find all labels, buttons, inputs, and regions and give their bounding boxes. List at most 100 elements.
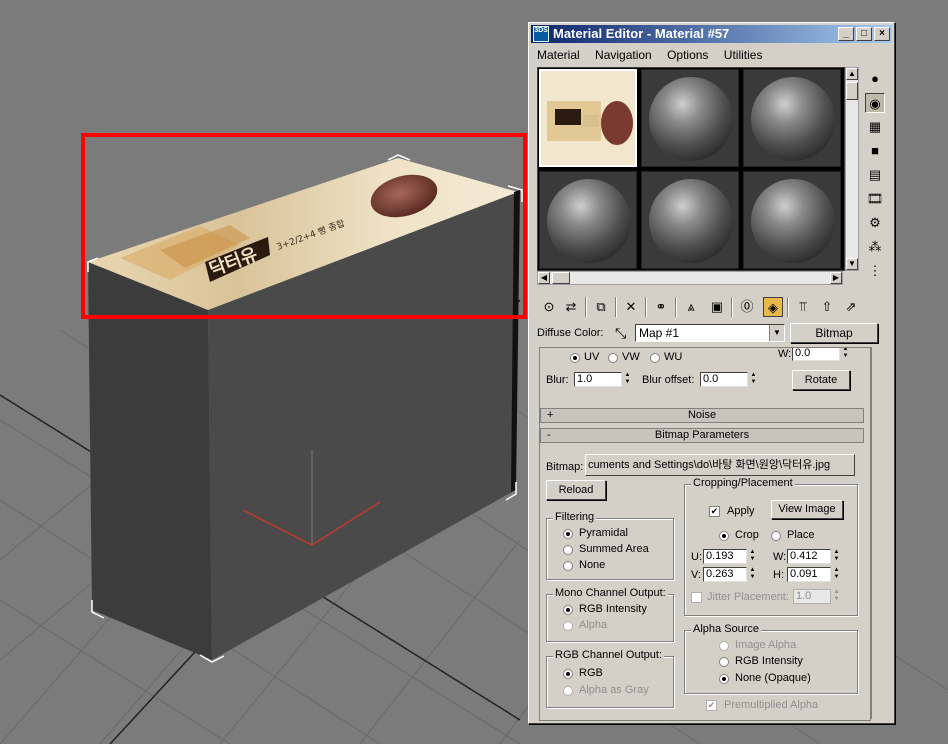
alpha-rgb-intensity-radio[interactable] <box>719 657 729 667</box>
w-spinner-icon[interactable]: ▲ ▼ <box>832 549 841 564</box>
get-material-icon[interactable]: ⊙ <box>539 297 559 317</box>
options-icon[interactable]: ⚙ <box>865 213 885 233</box>
w-angle-label: W: <box>778 348 792 360</box>
background-checker-icon[interactable]: ▦ <box>865 117 885 137</box>
go-forward-to-sibling-icon[interactable]: ⇗ <box>841 297 861 317</box>
sample-slot-5[interactable] <box>641 171 739 269</box>
h-field[interactable]: 0.091 <box>787 567 831 582</box>
cropping-placement-group: Cropping/Placement ✔ Apply View Image Cr… <box>684 477 858 616</box>
sample-slot-3[interactable] <box>743 69 841 167</box>
jitter-placement-field[interactable]: 1.0 <box>793 589 831 604</box>
rgb-channel-group: RGB Channel Output: RGB Alpha as Gray <box>546 649 674 708</box>
assign-to-selection-icon[interactable]: ⧉ <box>591 297 611 317</box>
rollout-scrollbar[interactable] <box>871 347 880 719</box>
premultiplied-alpha-checkbox[interactable]: ✔ <box>706 700 717 711</box>
alpha-image-alpha-radio[interactable] <box>719 641 729 651</box>
material-map-navigator-icon[interactable]: ⋮ <box>865 261 885 281</box>
parameters-rollout: UV VW WU W: 0.0 ▲ ▼ Blur: 1.0 ▲ ▼ Blur off… <box>539 347 871 721</box>
slots-vertical-scrollbar[interactable]: ▲ ▼ <box>845 67 859 271</box>
jitter-placement-checkbox[interactable] <box>691 592 702 603</box>
uv-radio[interactable] <box>570 353 580 363</box>
vw-radio[interactable] <box>608 353 618 363</box>
view-image-button[interactable]: View Image <box>771 500 843 519</box>
video-color-check-icon[interactable]: ▤ <box>865 165 885 185</box>
scroll-left-arrow-icon[interactable]: ◀ <box>538 272 550 284</box>
u-field[interactable]: 0.193 <box>703 549 747 564</box>
sample-type-sphere-icon[interactable]: ● <box>865 69 885 89</box>
map-name-combo[interactable]: Map #1 ▼ <box>635 324 785 342</box>
reload-button[interactable]: Reload <box>546 480 606 500</box>
filter-pyramidal-radio[interactable] <box>563 529 573 539</box>
mono-alpha-radio[interactable] <box>563 621 573 631</box>
make-unique-icon[interactable]: ⚭ <box>651 297 671 317</box>
scroll-right-arrow-icon[interactable]: ▶ <box>830 272 842 284</box>
place-radio[interactable] <box>771 531 781 541</box>
maximize-button[interactable]: □ <box>856 27 872 41</box>
scroll-thumb[interactable] <box>552 272 570 284</box>
rgb-alpha-as-gray-radio[interactable] <box>563 686 573 696</box>
alpha-source-group: Alpha Source Image Alpha RGB Intensity N… <box>684 623 858 694</box>
wu-radio[interactable] <box>650 353 660 363</box>
h-spinner-icon[interactable]: ▲ ▼ <box>832 567 841 582</box>
menu-utilities[interactable]: Utilities <box>724 48 763 62</box>
w-label: W: <box>773 551 787 563</box>
filter-none-radio[interactable] <box>563 561 573 571</box>
put-to-library-icon[interactable]: ⩓ <box>681 297 701 317</box>
map-type-button[interactable]: Bitmap <box>790 323 878 343</box>
chevron-down-icon[interactable]: ▼ <box>769 325 784 341</box>
h-label: H: <box>773 569 784 581</box>
rgb-channel-rgb-radio[interactable] <box>563 669 573 679</box>
noise-rollout-header[interactable]: + Noise <box>540 408 864 423</box>
menu-material[interactable]: Material <box>537 48 580 62</box>
show-end-result-icon[interactable]: ⫪ <box>793 297 813 317</box>
u-spinner-icon[interactable]: ▲ ▼ <box>748 549 757 564</box>
3ds-max-icon[interactable]: 3DS <box>533 26 549 42</box>
cropping-placement-title: Cropping/Placement <box>691 477 795 489</box>
sample-slot-2[interactable] <box>641 69 739 167</box>
title-bar[interactable]: 3DS Material Editor - Material #57 _ □ × <box>531 25 892 43</box>
scroll-thumb-vertical[interactable] <box>846 82 858 100</box>
pick-material-eyedropper-icon[interactable]: ⤡ <box>615 325 626 342</box>
show-map-in-viewport-icon[interactable]: ◈ <box>763 297 783 317</box>
menu-bar: Material Navigation Options Utilities <box>531 45 892 65</box>
blur-offset-field[interactable]: 0.0 <box>700 372 748 387</box>
menu-navigation[interactable]: Navigation <box>595 48 652 62</box>
apply-checkbox[interactable]: ✔ <box>709 506 720 517</box>
scroll-up-arrow-icon[interactable]: ▲ <box>846 68 858 80</box>
v-field[interactable]: 0.263 <box>703 567 747 582</box>
menu-options[interactable]: Options <box>667 48 708 62</box>
make-preview-icon[interactable]: 🎞 <box>865 189 885 209</box>
material-effects-channel-icon[interactable]: ▣ <box>707 297 727 317</box>
uv-label: UV <box>584 351 600 363</box>
backlight-icon[interactable]: ◉ <box>865 93 885 113</box>
close-button[interactable]: × <box>874 27 890 41</box>
jitter-spinner-icon[interactable]: ▲ ▼ <box>832 589 841 604</box>
blur-spinner-icon[interactable]: ▲ ▼ <box>623 372 632 387</box>
w-field[interactable]: 0.412 <box>787 549 831 564</box>
w-angle-field[interactable]: 0.0 <box>792 348 840 361</box>
put-to-scene-icon[interactable]: ⇄ <box>561 297 581 317</box>
sample-uv-tiling-icon[interactable]: ■ <box>865 141 885 161</box>
w-angle-spinner-icon[interactable]: ▲ ▼ <box>841 348 850 361</box>
minimize-button[interactable]: _ <box>838 27 854 41</box>
go-to-parent-icon[interactable]: ⇧ <box>817 297 837 317</box>
effects-id-icon[interactable]: ⓪ <box>737 297 757 317</box>
blur-field[interactable]: 1.0 <box>574 372 622 387</box>
sample-slot-1[interactable] <box>539 69 637 167</box>
bitmap-path-button[interactable]: cuments and Settings\do\바탕 화면\원앙\닥터유.jpg <box>585 454 855 476</box>
blur-offset-spinner-icon[interactable]: ▲ ▼ <box>749 372 758 387</box>
bitmap-parameters-header[interactable]: - Bitmap Parameters <box>540 428 864 443</box>
rotate-button[interactable]: Rotate <box>792 370 850 390</box>
crop-radio[interactable] <box>719 531 729 541</box>
mono-rgb-intensity-radio[interactable] <box>563 605 573 615</box>
scroll-down-arrow-icon[interactable]: ▼ <box>846 258 858 270</box>
alpha-none-opaque-radio[interactable] <box>719 674 729 684</box>
v-spinner-icon[interactable]: ▲ ▼ <box>748 567 757 582</box>
reset-map-icon[interactable]: ✕ <box>621 297 641 317</box>
slots-horizontal-scrollbar[interactable]: ◀ ▶ <box>537 271 843 285</box>
filter-summed-area-radio[interactable] <box>563 545 573 555</box>
select-by-material-icon[interactable]: ⁂ <box>865 237 885 257</box>
sample-slot-6[interactable] <box>743 171 841 269</box>
sample-slot-4[interactable] <box>539 171 637 269</box>
blur-label: Blur: <box>546 374 569 386</box>
